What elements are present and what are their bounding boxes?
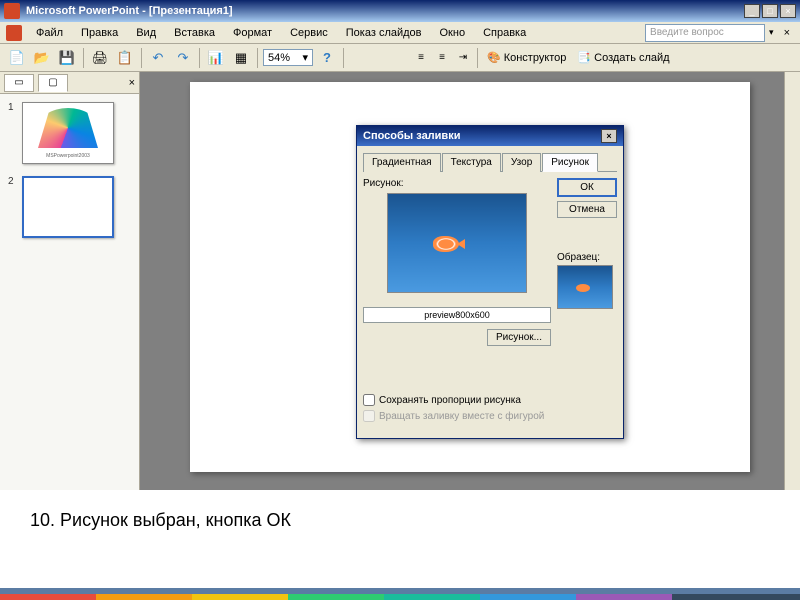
fill-effects-dialog: Способы заливки × Градиентная Текстура У… bbox=[356, 125, 624, 439]
table-icon[interactable]: ▦ bbox=[230, 47, 252, 69]
window-title: Microsoft PowerPoint - [Презентация1] bbox=[26, 5, 744, 17]
picture-preview bbox=[387, 193, 527, 293]
dialog-tabs: Градиентная Текстура Узор Рисунок bbox=[363, 152, 617, 172]
menu-window[interactable]: Окно bbox=[432, 25, 474, 41]
doc-icon bbox=[6, 25, 22, 41]
save-icon[interactable]: 💾 bbox=[56, 47, 78, 69]
rotate-fill-checkbox: Вращать заливку вместе с фигурой bbox=[363, 410, 551, 422]
keep-ratio-checkbox[interactable]: Сохранять пропорции рисунка bbox=[363, 394, 551, 406]
doc-close-button[interactable]: × bbox=[780, 27, 794, 39]
thumbnail-panel: ▭ ▢ × 1 MSPowerpoint2003 2 bbox=[0, 72, 140, 490]
menu-format[interactable]: Формат bbox=[225, 25, 280, 41]
slides-tab[interactable]: ▢ bbox=[38, 74, 68, 92]
instruction-caption: 10. Рисунок выбран, кнопка ОК bbox=[0, 490, 800, 551]
undo-icon[interactable]: ↶ bbox=[147, 47, 169, 69]
sample-preview bbox=[557, 265, 613, 309]
open-icon[interactable]: 📂 bbox=[31, 47, 53, 69]
thumb-num-1: 1 bbox=[8, 102, 18, 164]
outline-tab[interactable]: ▭ bbox=[4, 74, 34, 92]
sample-fish-graphic bbox=[576, 284, 590, 292]
menu-file[interactable]: Файл bbox=[28, 25, 71, 41]
vertical-scrollbar[interactable] bbox=[784, 72, 800, 490]
new-doc-icon[interactable]: 📄 bbox=[6, 47, 28, 69]
redo-icon[interactable]: ↷ bbox=[172, 47, 194, 69]
copy-icon[interactable]: 📋 bbox=[114, 47, 136, 69]
help-dropdown-icon[interactable]: ▾ bbox=[769, 27, 774, 38]
menu-help[interactable]: Справка bbox=[475, 25, 534, 41]
thumbnail-2[interactable]: 2 bbox=[8, 176, 131, 238]
titlebar: Microsoft PowerPoint - [Презентация1] _ … bbox=[0, 0, 800, 22]
indent-icon[interactable]: ⇥ bbox=[454, 51, 472, 65]
menubar: Файл Правка Вид Вставка Формат Сервис По… bbox=[0, 22, 800, 44]
fish-graphic bbox=[433, 236, 459, 252]
dialog-title-text: Способы заливки bbox=[363, 130, 460, 142]
menu-view[interactable]: Вид bbox=[128, 25, 164, 41]
color-fan-graphic bbox=[38, 108, 98, 148]
minimize-button[interactable]: _ bbox=[744, 4, 760, 18]
view-tabstrip: ▭ ▢ × bbox=[0, 72, 139, 94]
preview-filename: preview800x600 bbox=[363, 307, 551, 323]
restore-button[interactable]: □ bbox=[762, 4, 778, 18]
dialog-close-button[interactable]: × bbox=[601, 129, 617, 143]
tab-gradient[interactable]: Градиентная bbox=[363, 153, 441, 172]
toolbar: 📄 📂 💾 🖨 📋 ↶ ↷ 📊 ▦ 54%▾ ? ≡ ≡ ⇥ 🎨Конструк… bbox=[0, 44, 800, 72]
zoom-select[interactable]: 54%▾ bbox=[263, 49, 313, 66]
powerpoint-icon bbox=[4, 3, 20, 19]
thumbnail-1[interactable]: 1 MSPowerpoint2003 bbox=[8, 102, 131, 164]
picture-label: Рисунок: bbox=[363, 178, 551, 189]
tab-texture[interactable]: Текстура bbox=[442, 153, 501, 172]
tab-picture[interactable]: Рисунок bbox=[542, 153, 598, 172]
menu-insert[interactable]: Вставка bbox=[166, 25, 223, 41]
help-icon[interactable]: ? bbox=[316, 47, 338, 69]
new-slide-button[interactable]: 📑Создать слайд bbox=[573, 49, 673, 66]
cancel-button[interactable]: Отмена bbox=[557, 201, 617, 218]
print-icon[interactable]: 🖨 bbox=[89, 47, 111, 69]
chart-icon[interactable]: 📊 bbox=[205, 47, 227, 69]
keep-ratio-input[interactable] bbox=[363, 394, 375, 406]
tab-pattern[interactable]: Узор bbox=[502, 153, 541, 172]
numbering-icon[interactable]: ≡ bbox=[433, 51, 451, 65]
close-button[interactable]: × bbox=[780, 4, 796, 18]
bullets-icon[interactable]: ≡ bbox=[412, 51, 430, 65]
help-search-input[interactable]: Введите вопрос bbox=[645, 24, 765, 42]
ok-button[interactable]: ОК bbox=[557, 178, 617, 197]
select-picture-button[interactable]: Рисунок... bbox=[487, 329, 551, 346]
dialog-titlebar[interactable]: Способы заливки × bbox=[357, 126, 623, 146]
thumb-num-2: 2 bbox=[8, 176, 18, 238]
menu-slideshow[interactable]: Показ слайдов bbox=[338, 25, 430, 41]
panel-close-icon[interactable]: × bbox=[129, 77, 135, 89]
sample-label: Образец: bbox=[557, 252, 617, 263]
color-strip bbox=[0, 594, 800, 600]
rotate-fill-input bbox=[363, 410, 375, 422]
thumb1-caption: MSPowerpoint2003 bbox=[23, 153, 113, 159]
menu-edit[interactable]: Правка bbox=[73, 25, 126, 41]
constructor-button[interactable]: 🎨Конструктор bbox=[483, 49, 570, 66]
menu-service[interactable]: Сервис bbox=[282, 25, 336, 41]
